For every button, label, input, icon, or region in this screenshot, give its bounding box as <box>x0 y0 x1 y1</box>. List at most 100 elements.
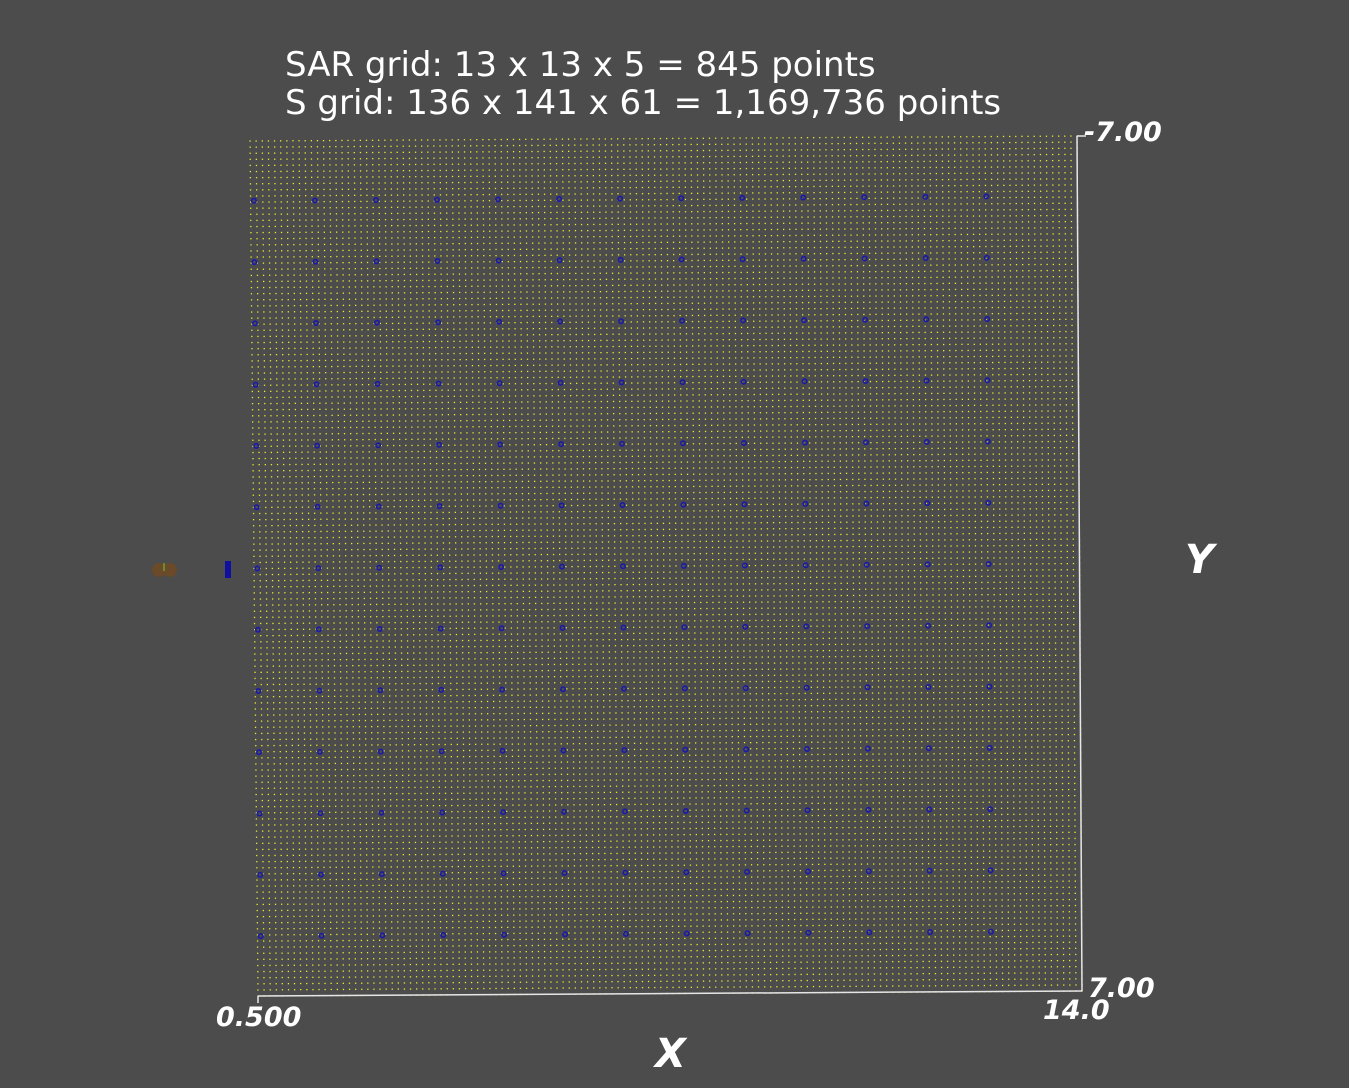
s-grid-point <box>1015 202 1017 205</box>
s-grid-point <box>574 169 576 171</box>
s-grid-point <box>568 156 570 159</box>
s-grid-point <box>635 205 638 207</box>
s-grid-point <box>702 168 705 170</box>
s-grid-point <box>887 234 889 236</box>
s-grid-point <box>563 291 565 293</box>
s-grid-point <box>1071 294 1073 296</box>
s-grid-point <box>471 322 473 324</box>
s-grid-point <box>1070 245 1073 247</box>
s-grid-point <box>501 236 503 238</box>
s-grid-point <box>771 265 773 267</box>
s-grid-point <box>482 200 484 202</box>
s-grid-point <box>997 209 999 211</box>
s-grid-point <box>598 138 600 140</box>
s-grid-point <box>672 186 674 188</box>
s-grid-point <box>587 309 589 311</box>
s-grid-point <box>875 258 877 261</box>
s-grid-point <box>752 265 754 267</box>
s-grid-point <box>482 169 484 171</box>
s-grid-point <box>850 271 852 273</box>
s-grid-point <box>404 310 406 312</box>
s-grid-point <box>850 301 853 303</box>
s-grid-point <box>716 290 718 292</box>
s-grid-point <box>1040 196 1042 198</box>
s-grid-point <box>972 160 974 162</box>
s-grid-point <box>746 222 748 225</box>
s-grid-point <box>538 328 541 330</box>
s-grid-point <box>482 157 484 159</box>
s-grid-point <box>1016 312 1018 315</box>
s-grid-point <box>740 247 742 249</box>
s-grid-point <box>739 161 741 164</box>
s-grid-point <box>287 256 289 258</box>
s-grid-point <box>495 279 497 281</box>
s-grid-point <box>324 317 326 319</box>
s-grid-point <box>1070 153 1072 156</box>
s-grid-point <box>630 248 632 250</box>
s-grid-point <box>887 283 889 285</box>
s-grid-point <box>287 286 289 288</box>
s-grid-point <box>1027 209 1030 211</box>
s-grid-point <box>1004 313 1006 315</box>
s-grid-point <box>648 217 650 219</box>
s-grid-point <box>837 161 839 163</box>
s-grid-point <box>721 210 723 213</box>
s-grid-point <box>447 334 449 336</box>
s-grid-point <box>544 224 546 226</box>
s-grid-point <box>978 209 981 211</box>
s-grid-point <box>727 198 729 200</box>
s-grid-point <box>470 187 472 190</box>
s-grid-point <box>734 247 736 249</box>
s-grid-point <box>728 357 731 359</box>
s-grid-point <box>501 187 503 189</box>
s-grid-point <box>1040 233 1042 235</box>
s-grid-point <box>936 221 938 224</box>
s-grid-point <box>801 216 803 218</box>
s-grid-point <box>782 167 784 169</box>
s-grid-point <box>545 327 547 330</box>
s-grid-point <box>789 289 791 292</box>
s-grid-point <box>929 221 932 224</box>
s-grid-point <box>330 317 332 319</box>
s-grid-point <box>967 301 969 303</box>
s-grid-point <box>838 283 840 285</box>
s-grid-point <box>520 346 522 348</box>
s-grid-point <box>1059 343 1061 345</box>
s-grid-point <box>905 191 907 193</box>
s-grid-point <box>452 298 455 300</box>
s-grid-point <box>936 288 938 291</box>
s-grid-point <box>654 247 656 250</box>
s-grid-point <box>1027 160 1029 162</box>
render-viewport[interactable]: SAR grid: 13 x 13 x 5 = 845 points S gri… <box>0 0 1349 1088</box>
s-grid-point <box>808 344 810 346</box>
s-grid-point <box>1033 147 1035 150</box>
s-grid-point <box>439 145 441 147</box>
s-grid-point <box>954 191 956 193</box>
s-grid-point <box>874 240 877 242</box>
s-grid-point <box>618 351 620 354</box>
s-grid-point <box>550 187 552 189</box>
s-grid-point <box>477 334 479 336</box>
s-grid-point <box>826 356 829 359</box>
s-grid-point <box>661 327 663 329</box>
s-grid-point <box>323 182 325 184</box>
s-grid-point <box>911 252 914 254</box>
s-grid-point <box>629 187 631 189</box>
s-grid-point <box>1070 178 1072 180</box>
s-grid-point <box>580 211 583 213</box>
s-grid-point <box>531 138 533 140</box>
s-grid-point <box>495 297 498 299</box>
s-grid-point <box>758 265 761 267</box>
s-grid-point <box>605 193 607 195</box>
s-grid-point <box>250 225 252 228</box>
s-grid-point <box>997 276 999 278</box>
s-grid-point <box>648 211 650 213</box>
s-grid-point <box>366 194 368 196</box>
s-grid-point <box>421 151 423 153</box>
s-grid-point <box>808 320 810 322</box>
s-grid-point <box>1034 221 1036 223</box>
s-grid-point <box>366 219 368 221</box>
s-grid-point <box>557 352 559 354</box>
s-grid-point <box>342 243 344 245</box>
s-grid-point <box>378 237 381 239</box>
